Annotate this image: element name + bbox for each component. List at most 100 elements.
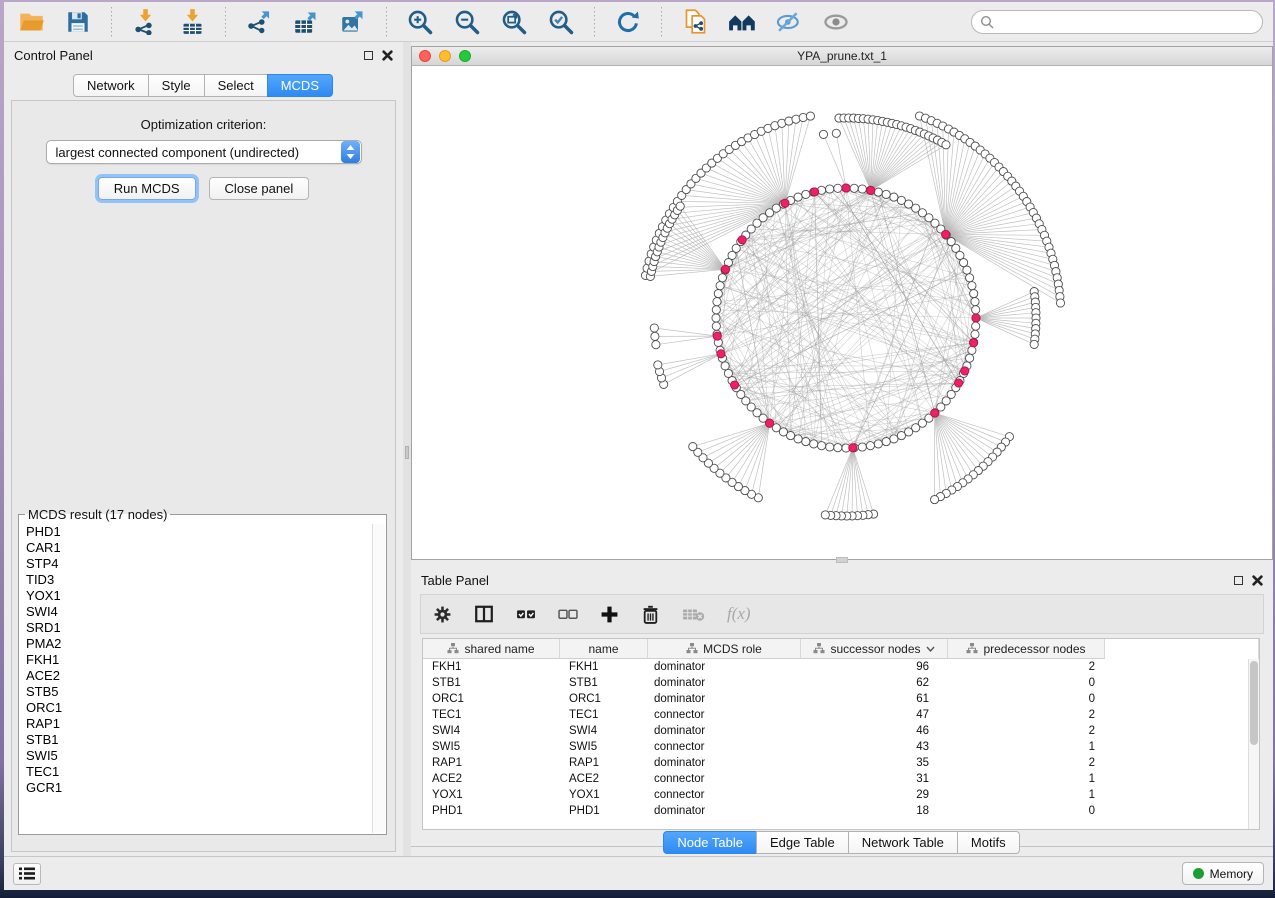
mcds-result-item[interactable]: CAR1	[20, 540, 372, 556]
save-session-button[interactable]	[61, 7, 95, 37]
tab-network-table[interactable]: Network Table	[848, 831, 958, 854]
hide-selected-button[interactable]	[772, 7, 806, 37]
mcds-result-item[interactable]: STB1	[20, 732, 372, 748]
zoom-out-button[interactable]	[450, 7, 484, 37]
mcds-result-item[interactable]: PHD1	[20, 524, 372, 540]
table-cell: connector	[648, 739, 801, 755]
mcds-result-item[interactable]: PMA2	[20, 636, 372, 652]
fx-icon: f(x)	[727, 604, 751, 624]
open-session-button[interactable]	[14, 7, 48, 37]
duplicate-network-button[interactable]	[678, 7, 712, 37]
column-header-predecessor-nodes[interactable]: predecessor nodes	[948, 639, 1105, 659]
mcds-result-item[interactable]: TID3	[20, 572, 372, 588]
mcds-result-item[interactable]: STP4	[20, 556, 372, 572]
delete-table-button[interactable]	[682, 606, 705, 623]
table-cell: 18	[801, 803, 948, 819]
tab-motifs[interactable]: Motifs	[957, 831, 1020, 854]
mcds-result-item[interactable]: ACE2	[20, 668, 372, 684]
table-cell: 2	[948, 707, 1105, 723]
table-cell: dominator	[648, 691, 801, 707]
table-cell: 0	[948, 691, 1105, 707]
tab-style[interactable]: Style	[148, 74, 205, 97]
column-header-successor-nodes[interactable]: successor nodes	[801, 639, 948, 659]
search-icon	[980, 15, 994, 29]
table-row[interactable]: STB1STB1dominator620	[423, 675, 1259, 691]
tab-mcds[interactable]: MCDS	[267, 74, 333, 97]
table-row[interactable]: TEC1TEC1connector472	[423, 707, 1259, 723]
mcds-result-item[interactable]: GCR1	[20, 780, 372, 796]
table-row[interactable]: ACE2ACE2connector311	[423, 771, 1259, 787]
mcds-result-item[interactable]: SWI4	[20, 604, 372, 620]
tab-edge-table[interactable]: Edge Table	[756, 831, 849, 854]
table-settings-button[interactable]	[433, 605, 452, 624]
zoom-in-button[interactable]	[403, 7, 437, 37]
search-input[interactable]	[999, 15, 1254, 29]
table-row[interactable]: ORC1ORC1dominator610	[423, 691, 1259, 707]
table-cell: 29	[801, 787, 948, 803]
table-row[interactable]: PHD1PHD1dominator180	[423, 803, 1259, 819]
zoom-fit-button[interactable]	[497, 7, 531, 37]
table-panel-close-button[interactable]	[1252, 575, 1263, 586]
table-cell: 1	[948, 771, 1105, 787]
table-cell: dominator	[648, 723, 801, 739]
zoom-selected-button[interactable]	[544, 7, 578, 37]
import-network-button[interactable]	[128, 7, 162, 37]
network-canvas[interactable]	[412, 66, 1272, 559]
column-header-MCDS-role[interactable]: MCDS role	[648, 639, 801, 659]
table-panel-float-button[interactable]	[1234, 576, 1243, 585]
panel-splitter[interactable]	[403, 42, 411, 856]
import-table-button[interactable]	[175, 7, 209, 37]
select-all-rows-button[interactable]	[516, 604, 536, 624]
network-svg	[412, 66, 1272, 559]
tab-select[interactable]: Select	[204, 74, 268, 97]
export-image-button[interactable]	[336, 7, 370, 37]
horizontal-splitter-handle[interactable]	[836, 557, 848, 563]
refresh-button[interactable]	[611, 7, 645, 37]
column-header-shared-name[interactable]: shared name	[423, 639, 560, 659]
show-columns-button[interactable]	[474, 604, 494, 624]
mcds-result-item[interactable]: TEC1	[20, 764, 372, 780]
control-panel-float-button[interactable]	[364, 51, 373, 60]
table-row[interactable]: FKH1FKH1dominator962	[423, 659, 1259, 675]
mcds-result-item[interactable]: RAP1	[20, 716, 372, 732]
run-mcds-button[interactable]: Run MCDS	[98, 177, 196, 200]
deselect-all-rows-button[interactable]	[558, 604, 578, 624]
memory-button[interactable]: Memory	[1182, 862, 1264, 885]
mcds-result-scrollbar[interactable]	[372, 524, 385, 833]
mcds-result-item[interactable]: ORC1	[20, 700, 372, 716]
first-neighbors-button[interactable]	[725, 7, 759, 37]
mcds-result-item[interactable]: STB5	[20, 684, 372, 700]
table-row[interactable]: SWI4SWI4dominator462	[423, 723, 1259, 739]
export-table-button[interactable]	[289, 7, 323, 37]
export-network-button[interactable]	[242, 7, 276, 37]
table-row[interactable]: SWI5SWI5connector431	[423, 739, 1259, 755]
close-panel-button[interactable]: Close panel	[209, 177, 310, 200]
mcds-result-item[interactable]: SRD1	[20, 620, 372, 636]
splitter-handle[interactable]	[405, 446, 409, 459]
tab-node-table[interactable]: Node Table	[663, 831, 757, 854]
mcds-result-item[interactable]: FKH1	[20, 652, 372, 668]
mcds-result-item[interactable]: SWI5	[20, 748, 372, 764]
add-column-button[interactable]	[600, 605, 619, 624]
table-cell: FKH1	[423, 659, 560, 675]
show-all-button[interactable]	[819, 7, 853, 37]
table-panel: Table Panel f(x) shared namenameMCDS rol…	[411, 566, 1273, 856]
network-window-title: YPA_prune.txt_1	[412, 49, 1272, 63]
table-scrollbar[interactable]	[1248, 659, 1259, 829]
tab-network[interactable]: Network	[73, 74, 149, 97]
column-header-name[interactable]: name	[560, 639, 648, 659]
optimization-criterion-select[interactable]: largest connected component (undirected)	[46, 140, 362, 164]
function-builder-button[interactable]: f(x)	[727, 604, 751, 624]
delete-column-button[interactable]	[641, 605, 660, 624]
control-panel-title: Control Panel	[14, 48, 93, 63]
table-row[interactable]: RAP1RAP1dominator352	[423, 755, 1259, 771]
table-scrollbar-thumb[interactable]	[1250, 661, 1258, 745]
mcds-result-item[interactable]: YOX1	[20, 588, 372, 604]
show-panels-button[interactable]	[13, 863, 41, 885]
table-row[interactable]: YOX1YOX1connector291	[423, 787, 1259, 803]
table-cell: dominator	[648, 659, 801, 675]
table-cell: 0	[948, 803, 1105, 819]
first-neighbors-icon	[728, 7, 757, 36]
network-window-titlebar[interactable]: YPA_prune.txt_1	[412, 47, 1272, 66]
control-panel-close-button[interactable]	[382, 50, 393, 61]
